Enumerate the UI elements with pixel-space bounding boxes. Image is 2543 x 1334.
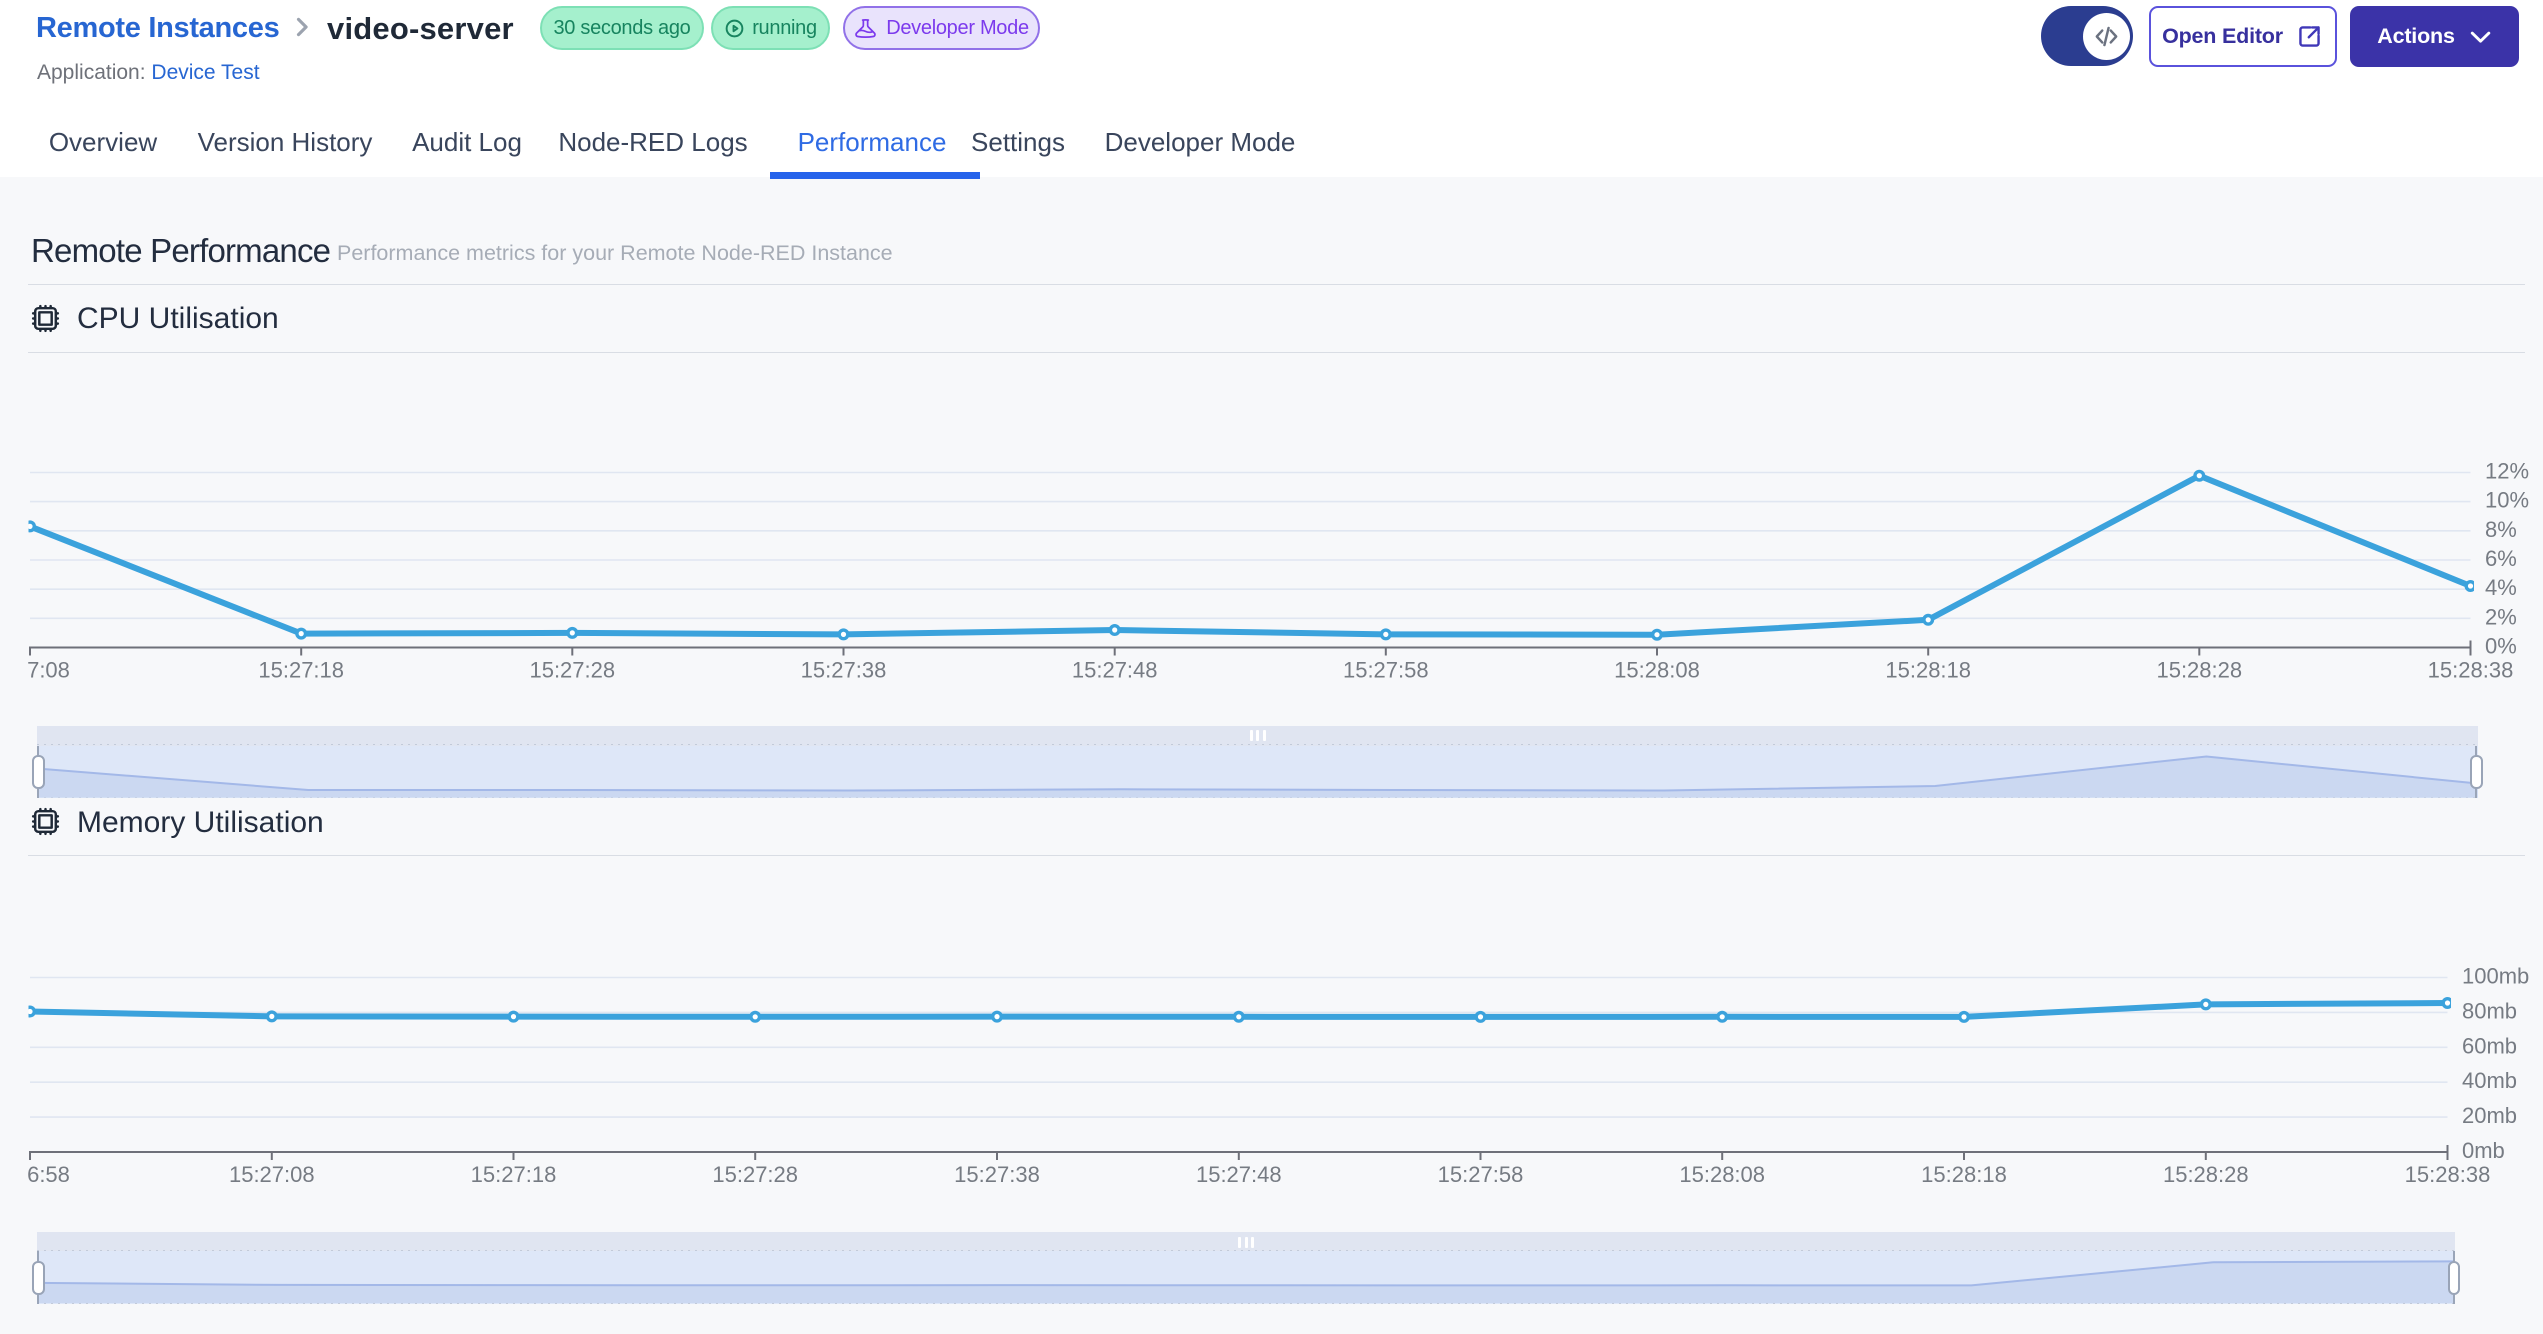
svg-text:12%: 12% [2485,459,2529,484]
svg-text:60mb: 60mb [2462,1033,2517,1058]
svg-text:15:28:18: 15:28:18 [1885,658,1971,683]
svg-text:6:58: 6:58 [27,1162,70,1187]
svg-text:15:27:58: 15:27:58 [1438,1162,1524,1187]
svg-text:15:28:08: 15:28:08 [1614,658,1700,683]
svg-text:15:28:28: 15:28:28 [2163,1162,2249,1187]
svg-text:0mb: 0mb [2462,1138,2505,1163]
svg-text:10%: 10% [2485,488,2529,513]
svg-text:15:28:38: 15:28:38 [2428,658,2514,683]
svg-text:15:28:18: 15:28:18 [1921,1162,2007,1187]
svg-text:0%: 0% [2485,634,2517,659]
svg-text:100mb: 100mb [2462,964,2529,989]
svg-text:15:27:18: 15:27:18 [258,658,344,683]
svg-text:15:28:28: 15:28:28 [2156,658,2242,683]
svg-text:15:28:38: 15:28:38 [2405,1162,2491,1187]
svg-text:20mb: 20mb [2462,1103,2517,1128]
svg-text:2%: 2% [2485,604,2517,629]
svg-text:6%: 6% [2485,546,2517,571]
svg-text:80mb: 80mb [2462,998,2517,1023]
svg-text:15:27:48: 15:27:48 [1072,658,1158,683]
svg-text:4%: 4% [2485,575,2517,600]
svg-text:15:27:38: 15:27:38 [954,1162,1040,1187]
svg-text:7:08: 7:08 [27,658,70,683]
svg-text:15:27:28: 15:27:28 [712,1162,798,1187]
svg-text:15:27:38: 15:27:38 [801,658,887,683]
svg-text:15:28:08: 15:28:08 [1679,1162,1765,1187]
svg-text:15:27:58: 15:27:58 [1343,658,1429,683]
svg-text:15:27:08: 15:27:08 [229,1162,315,1187]
svg-text:8%: 8% [2485,517,2517,542]
svg-text:15:27:28: 15:27:28 [529,658,615,683]
svg-text:15:27:18: 15:27:18 [471,1162,557,1187]
svg-text:15:27:48: 15:27:48 [1196,1162,1282,1187]
svg-text:40mb: 40mb [2462,1068,2517,1093]
